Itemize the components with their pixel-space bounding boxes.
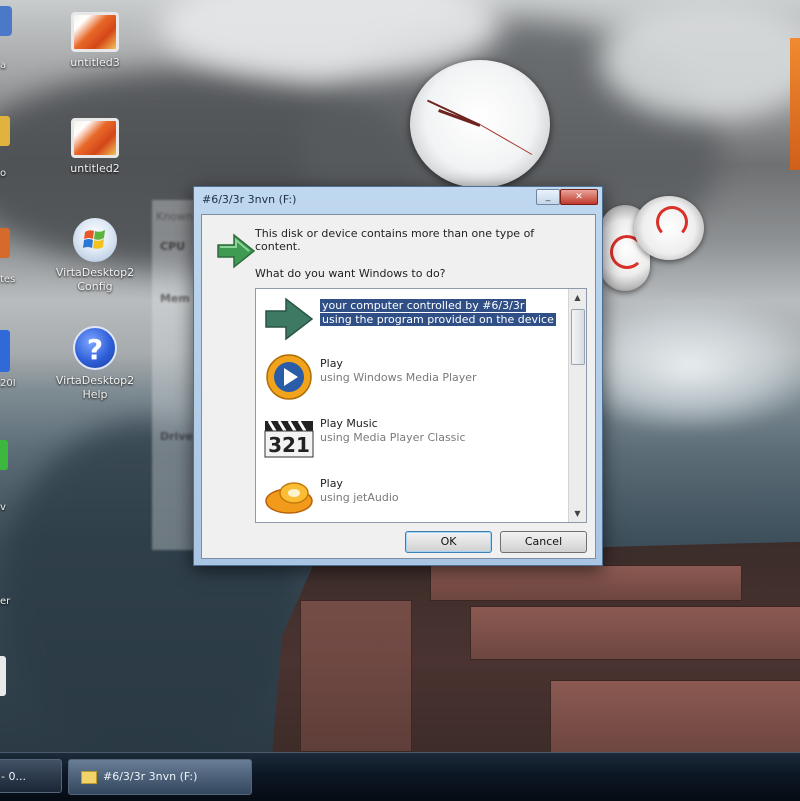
desktop-icon-label: untitled3 <box>70 56 120 69</box>
partial-icon-label: tes <box>0 274 16 285</box>
ship-hatch <box>300 600 412 752</box>
green-arrow-icon <box>265 297 314 341</box>
desktop-icon-untitled2[interactable]: untitled2 <box>50 118 140 176</box>
partial-icon-label: a <box>0 60 7 71</box>
autoplay-dialog: #6/3/3r 3nvn (F:) _ ✕ This disk or devic… <box>193 186 603 566</box>
list-item-subtitle: using Media Player Classic <box>320 431 466 444</box>
clock-hour-hand <box>438 109 481 127</box>
scrollbar-thumb[interactable] <box>571 309 585 365</box>
list-item-title: Play Music <box>320 417 378 430</box>
media-player-classic-icon: 321 <box>264 420 314 458</box>
cancel-button[interactable]: Cancel <box>500 531 587 553</box>
meter-dial <box>656 206 688 238</box>
list-item-title: Play <box>320 477 343 490</box>
taskbar-item-label: - 0... <box>1 770 26 783</box>
list-scrollbar[interactable]: ▲ ▼ <box>568 289 586 522</box>
action-list[interactable]: your computer controlled by #6/3/3r usin… <box>255 288 587 523</box>
list-item-subtitle: using the program provided on the device <box>320 313 556 326</box>
dialog-client-area: This disk or device contains more than o… <box>201 214 596 559</box>
minimize-button[interactable]: _ <box>536 189 560 205</box>
taskbar-item[interactable]: - 0... <box>0 759 62 793</box>
close-button[interactable]: ✕ <box>560 189 598 205</box>
image-file-icon <box>71 118 119 158</box>
background-window-text: CPU <box>160 240 186 253</box>
partial-icon <box>0 330 10 372</box>
list-item[interactable]: Play using jetAudio <box>256 469 566 522</box>
background-window-text: Known <box>156 210 193 223</box>
partial-icon <box>0 440 8 470</box>
svg-text:321: 321 <box>268 433 310 457</box>
green-arrow-icon <box>217 233 256 269</box>
partial-gadget <box>790 38 800 170</box>
ship-hatch <box>550 680 800 752</box>
scroll-down-arrow-icon[interactable]: ▼ <box>571 507 584 520</box>
dialog-question: What do you want Windows to do? <box>255 267 446 280</box>
ship-hatch <box>430 565 742 601</box>
desktop-icon-label: VirtaDesktop2 Config <box>55 266 135 293</box>
background-window-text: Mem <box>160 292 190 305</box>
image-file-icon <box>71 12 119 52</box>
partial-icon-label: 20I <box>0 378 16 389</box>
taskbar: - 0... #6/3/3r 3nvn (F:) <box>0 752 800 801</box>
list-item[interactable]: 321 Play Music using Media Player Classi… <box>256 409 566 469</box>
clock-minute-hand <box>427 99 481 126</box>
dialog-message: This disk or device contains more than o… <box>255 227 535 253</box>
partial-icon <box>0 6 12 36</box>
taskbar-item-label: #6/3/3r 3nvn (F:) <box>103 770 198 783</box>
desktop-icon-untitled3[interactable]: untitled3 <box>50 12 140 70</box>
clock-gadget[interactable] <box>410 60 550 188</box>
windows-logo-icon <box>73 218 117 262</box>
ship-hatch <box>470 606 800 660</box>
list-item[interactable]: Play using Windows Media Player <box>256 349 566 409</box>
scroll-up-arrow-icon[interactable]: ▲ <box>571 291 584 304</box>
folder-icon <box>81 770 97 784</box>
jetaudio-icon <box>265 482 313 514</box>
list-item-title: your computer controlled by #6/3/3r <box>320 299 527 312</box>
partial-icon-label: v <box>0 502 6 513</box>
partial-icon <box>0 116 10 146</box>
desktop-icon-virtadesktop-help[interactable]: ? VirtaDesktop2 Help <box>50 326 140 402</box>
clock-second-hand <box>479 124 533 155</box>
dialog-title: #6/3/3r 3nvn (F:) <box>202 193 297 206</box>
background-window-text: Drive <box>160 430 193 443</box>
list-item-subtitle: using jetAudio <box>320 491 399 504</box>
list-item-title: Play <box>320 357 343 370</box>
taskbar-item-active[interactable]: #6/3/3r 3nvn (F:) <box>68 759 252 795</box>
partial-icon-label: o <box>0 168 7 179</box>
desktop-icon-label: VirtaDesktop2 Help <box>55 374 135 401</box>
help-question-icon: ? <box>73 326 117 370</box>
dialog-titlebar[interactable]: #6/3/3r 3nvn (F:) _ ✕ <box>194 187 602 213</box>
partial-icon <box>0 656 6 696</box>
memory-meter-gadget[interactable] <box>634 196 704 260</box>
desktop-icon-virtadesktop-config[interactable]: VirtaDesktop2 Config <box>50 218 140 294</box>
media-player-icon <box>266 354 312 400</box>
partial-icon-label: er <box>0 596 11 607</box>
list-item-subtitle: using Windows Media Player <box>320 371 477 384</box>
list-item[interactable]: your computer controlled by #6/3/3r usin… <box>256 291 566 351</box>
desktop-icon-label: untitled2 <box>70 162 120 175</box>
ok-button[interactable]: OK <box>405 531 492 553</box>
partial-icon <box>0 228 10 258</box>
